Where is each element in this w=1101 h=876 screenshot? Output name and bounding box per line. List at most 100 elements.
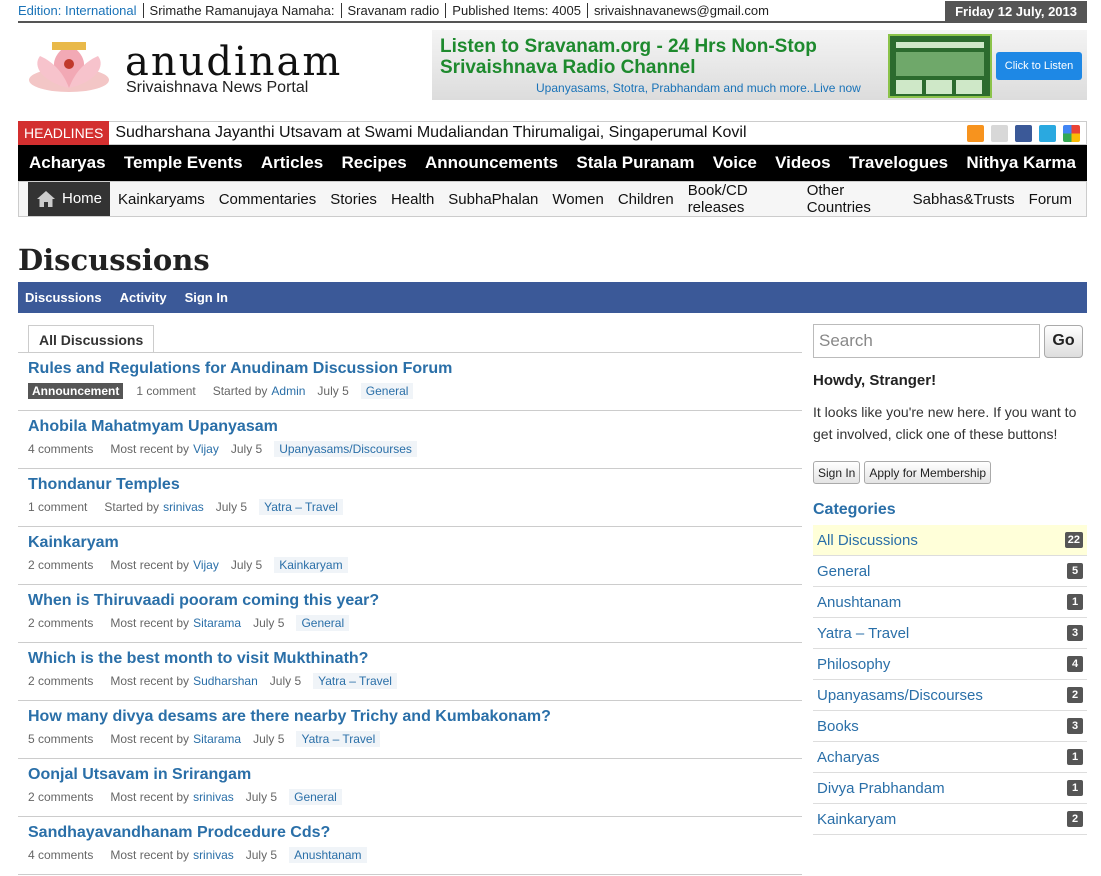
search-input[interactable] bbox=[813, 324, 1040, 358]
email-link[interactable]: srivaishnavanews@gmail.com bbox=[588, 3, 775, 18]
category-item[interactable]: Acharyas 1 bbox=[813, 742, 1087, 773]
discussion-category[interactable]: Upanyasams/Discourses bbox=[274, 441, 417, 457]
subnav-stories[interactable]: Stories bbox=[330, 191, 377, 208]
radio-banner-ad[interactable]: Listen to Sravanam.org - 24 Hrs Non-Stop… bbox=[432, 30, 1087, 100]
top-bar: Edition: International Srimathe Ramanuja… bbox=[18, 0, 1087, 23]
mail-icon[interactable] bbox=[991, 125, 1008, 142]
site-logo[interactable]: anudinam Srivaishnava News Portal bbox=[22, 36, 342, 100]
nav-travelogues[interactable]: Travelogues bbox=[849, 153, 948, 173]
menu-sign-in[interactable]: Sign In bbox=[185, 290, 228, 305]
radio-link[interactable]: Sravanam radio bbox=[342, 3, 447, 18]
discussion-category[interactable]: Kainkaryam bbox=[274, 557, 348, 573]
category-item[interactable]: Kainkaryam 2 bbox=[813, 804, 1087, 835]
discussion-title[interactable]: Ahobila Mahatmyam Upanyasam bbox=[28, 418, 802, 436]
discussion-item: Which is the best month to visit Mukthin… bbox=[18, 643, 802, 701]
nav-articles[interactable]: Articles bbox=[261, 153, 323, 173]
discussion-category[interactable]: Yatra – Travel bbox=[313, 673, 397, 689]
category-item[interactable]: Upanyasams/Discourses 2 bbox=[813, 680, 1087, 711]
nav-voice[interactable]: Voice bbox=[713, 153, 757, 173]
subnav-sabhas-trusts[interactable]: Sabhas&Trusts bbox=[913, 191, 1015, 208]
tab-all-discussions[interactable]: All Discussions bbox=[28, 325, 155, 353]
subnav-commentaries[interactable]: Commentaries bbox=[219, 191, 317, 208]
discussion-list: Rules and Regulations for Anudinam Discu… bbox=[18, 353, 802, 875]
author-label: Started by bbox=[212, 384, 268, 398]
guest-buttons: Sign In Apply for Membership bbox=[813, 461, 1087, 484]
author-link[interactable]: Sudharshan bbox=[193, 674, 258, 688]
discussion-title[interactable]: Rules and Regulations for Anudinam Discu… bbox=[28, 360, 802, 378]
announcement-badge: Announcement bbox=[28, 383, 124, 399]
edition-link[interactable]: Edition: International bbox=[18, 3, 144, 18]
author-link[interactable]: srinivas bbox=[193, 848, 234, 862]
subnav-book-cd-releases[interactable]: Book/CD releases bbox=[688, 182, 793, 216]
rss-icon[interactable] bbox=[967, 125, 984, 142]
comment-count: 1 comment bbox=[28, 500, 88, 514]
lotus-logo-icon bbox=[29, 42, 109, 92]
category-item[interactable]: Divya Prabhandam 1 bbox=[813, 773, 1087, 804]
category-name: Anushtanam bbox=[817, 593, 902, 611]
category-list: All Discussions 22 General 5 Anushtanam 1 Yatr… bbox=[813, 525, 1087, 835]
category-count-badge: 2 bbox=[1067, 811, 1083, 827]
discussion-title[interactable]: Kainkaryam bbox=[28, 534, 802, 552]
author-link[interactable]: Admin bbox=[271, 384, 305, 398]
discussion-title[interactable]: How many divya desams are there nearby T… bbox=[28, 708, 802, 726]
subnav-children[interactable]: Children bbox=[618, 191, 674, 208]
headline-link[interactable]: Sudharshana Jayanthi Utsavam at Swami Mu… bbox=[109, 124, 746, 142]
apply-membership-button[interactable]: Apply for Membership bbox=[864, 461, 992, 484]
category-item[interactable]: Philosophy 4 bbox=[813, 649, 1087, 680]
discussion-title[interactable]: Thondanur Temples bbox=[28, 476, 802, 494]
menu-activity[interactable]: Activity bbox=[120, 290, 167, 305]
discussion-title[interactable]: Sandhayavandhanam Prodcedure Cds? bbox=[28, 824, 802, 842]
home-link[interactable]: Home bbox=[28, 182, 111, 216]
nav-videos[interactable]: Videos bbox=[775, 153, 830, 173]
banner-subtitle: Upanyasams, Stotra, Prabhandam and much … bbox=[536, 81, 861, 95]
category-item[interactable]: General 5 bbox=[813, 556, 1087, 587]
click-to-listen-button[interactable]: Click to Listen bbox=[996, 52, 1082, 80]
facebook-icon[interactable] bbox=[1015, 125, 1032, 142]
nav-stala-puranam[interactable]: Stala Puranam bbox=[576, 153, 694, 173]
author-link[interactable]: Vijay bbox=[193, 442, 219, 456]
author-link[interactable]: Vijay bbox=[193, 558, 219, 572]
discussion-date: July 5 bbox=[317, 384, 349, 398]
google-icon[interactable] bbox=[1063, 125, 1080, 142]
subnav-subhaphalan[interactable]: SubhaPhalan bbox=[448, 191, 538, 208]
category-item[interactable]: All Discussions 22 bbox=[813, 525, 1087, 556]
nav-nithya-karma[interactable]: Nithya Karma bbox=[966, 153, 1076, 173]
subnav-other-countries[interactable]: Other Countries bbox=[807, 182, 899, 216]
category-item[interactable]: Anushtanam 1 bbox=[813, 587, 1087, 618]
subnav-women[interactable]: Women bbox=[552, 191, 603, 208]
author-link[interactable]: Sitarama bbox=[193, 616, 241, 630]
category-count-badge: 22 bbox=[1064, 532, 1083, 548]
discussion-meta: 2 comments Most recent by Sitarama July 5 Ge… bbox=[28, 615, 802, 631]
discussion-category[interactable]: Yatra – Travel bbox=[296, 731, 381, 747]
nav-recipes[interactable]: Recipes bbox=[341, 153, 406, 173]
menu-discussions[interactable]: Discussions bbox=[25, 290, 102, 305]
go-button[interactable]: Go bbox=[1044, 324, 1083, 358]
author-link[interactable]: Sitarama bbox=[193, 732, 241, 746]
sign-in-button[interactable]: Sign In bbox=[813, 461, 861, 484]
banner-title-line2: Srivaishnava Radio Channel bbox=[440, 57, 696, 78]
discussion-title[interactable]: Oonjal Utsavam in Srirangam bbox=[28, 766, 802, 784]
subnav-forum[interactable]: Forum bbox=[1029, 191, 1072, 208]
author-label: Most recent by bbox=[110, 442, 190, 456]
discussion-title[interactable]: Which is the best month to visit Mukthin… bbox=[28, 650, 802, 668]
author-link[interactable]: srinivas bbox=[163, 500, 204, 514]
category-count-badge: 5 bbox=[1067, 563, 1083, 579]
nav-announcements[interactable]: Announcements bbox=[425, 153, 558, 173]
category-item[interactable]: Books 3 bbox=[813, 711, 1087, 742]
discussion-category[interactable]: Yatra – Travel bbox=[259, 499, 343, 515]
nav-temple-events[interactable]: Temple Events bbox=[124, 153, 243, 173]
author-link[interactable]: srinivas bbox=[193, 790, 234, 804]
banner-title-line1: Listen to Sravanam.org - 24 Hrs Non-Stop bbox=[440, 36, 817, 57]
category-count-badge: 1 bbox=[1067, 749, 1083, 765]
discussion-title[interactable]: When is Thiruvaadi pooram coming this ye… bbox=[28, 592, 802, 610]
category-item[interactable]: Yatra – Travel 3 bbox=[813, 618, 1087, 649]
subnav-kainkaryams[interactable]: Kainkaryams bbox=[118, 191, 205, 208]
subnav-health[interactable]: Health bbox=[391, 191, 434, 208]
author-label: Most recent by bbox=[110, 732, 190, 746]
discussion-category[interactable]: General bbox=[360, 383, 414, 399]
discussion-category[interactable]: General bbox=[289, 789, 342, 805]
discussion-category[interactable]: General bbox=[296, 615, 350, 631]
twitter-icon[interactable] bbox=[1039, 125, 1056, 142]
nav-acharyas[interactable]: Acharyas bbox=[29, 153, 106, 173]
discussion-category[interactable]: Anushtanam bbox=[289, 847, 367, 863]
